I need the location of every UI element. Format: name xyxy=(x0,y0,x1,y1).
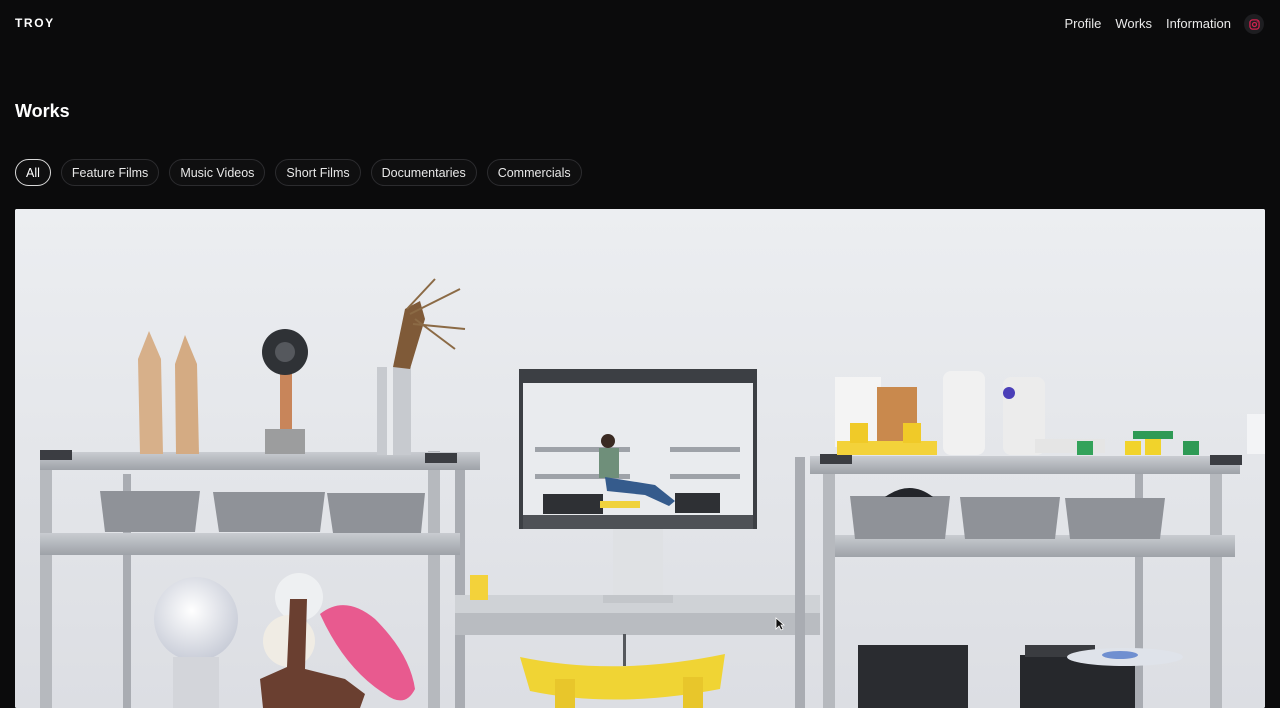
featured-work-video[interactable] xyxy=(15,209,1265,708)
nav-link-information[interactable]: Information xyxy=(1166,16,1231,31)
nav-link-profile[interactable]: Profile xyxy=(1064,16,1101,31)
filter-chip-all[interactable]: All xyxy=(15,159,51,186)
top-navigation-bar: TROY Profile Works Information xyxy=(0,0,1280,48)
filter-chip-short-films[interactable]: Short Films xyxy=(275,159,361,186)
instagram-icon[interactable] xyxy=(1244,14,1264,34)
brand-logo[interactable]: TROY xyxy=(15,16,55,30)
page-title: Works xyxy=(15,101,70,121)
mouse-cursor-icon xyxy=(775,617,785,631)
filter-chip-feature-films[interactable]: Feature Films xyxy=(60,159,160,186)
video-still-image xyxy=(15,209,1265,708)
category-filter-bar: All Feature Films Music Videos Short Fil… xyxy=(15,159,582,186)
main-nav: Profile Works Information xyxy=(1064,16,1231,31)
filter-chip-documentaries[interactable]: Documentaries xyxy=(370,159,477,186)
filter-chip-commercials[interactable]: Commercials xyxy=(486,159,582,186)
nav-link-works[interactable]: Works xyxy=(1115,16,1152,31)
filter-chip-music-videos[interactable]: Music Videos xyxy=(169,159,266,186)
instagram-glyph xyxy=(1248,18,1260,30)
